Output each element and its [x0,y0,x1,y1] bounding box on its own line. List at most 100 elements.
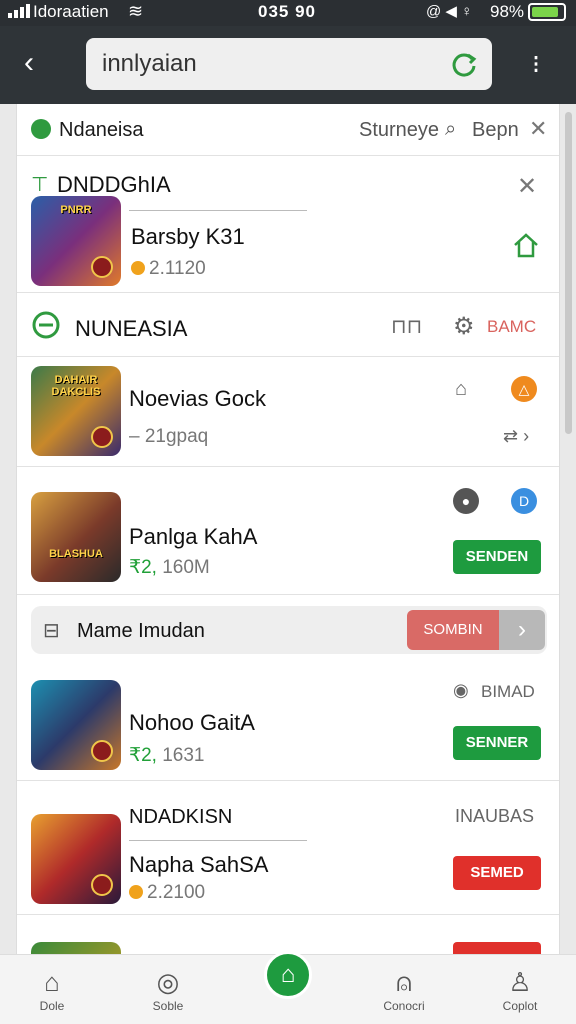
box-icon: ⊟ [43,620,60,642]
nav-label: Soble [152,999,184,1013]
chevron-right-icon[interactable]: › [499,610,545,650]
search-icon[interactable]: ⌕ [445,118,456,141]
divider [17,594,559,595]
gear-icon[interactable]: ⚙ [453,312,475,341]
status-bar: Idoraatien ≋ 035 90 @ ◀ ♀ 98% [0,0,576,26]
game-badge-icon [91,426,113,448]
coin-icon [129,885,143,899]
bottom-navigation: ⌂ Dole ◎ Soble ⌂ ⍝ Conocri ♙ Coplot [0,951,576,1024]
home-icon[interactable] [511,230,541,260]
clock-icon: ◉ [453,680,469,700]
nav-label: Dole [39,999,65,1013]
game-badge-icon [91,874,113,896]
device-icon[interactable]: ⊓⊓ [391,314,422,339]
section-action-label[interactable]: BAMC [487,317,536,337]
game-thumbnail[interactable]: DAHAIR DAKCLIS [31,366,121,456]
battery-percent: 98% [490,2,525,21]
back-arrow-icon[interactable]: ‹ [24,48,54,78]
divider [17,466,559,467]
leaf-icon [31,119,51,139]
nav-label: Coplot [502,999,538,1013]
game-thumbnail[interactable]: BLASHUA [31,492,121,582]
scrollbar[interactable] [565,112,572,434]
home-outline-icon: ⌂ [44,967,60,997]
section-title: NUNEASIA [75,316,188,341]
home-icon[interactable]: ⌂ [264,951,312,999]
game-meta-value: 160M [162,557,210,578]
nav-item-contact[interactable]: ⍝ Conocri [364,955,444,1024]
divider [17,914,559,915]
e-logo-icon [32,311,60,339]
nav-item-home[interactable]: ⌂ Dole [12,955,92,1024]
more-options-icon[interactable]: ⁝ [522,50,550,80]
game-thumbnail[interactable] [31,680,121,770]
section-title: DNDDGhIA [57,172,171,197]
info-icon[interactable]: ● [453,488,479,514]
nav-item-explore[interactable]: ◎ Soble [128,955,208,1024]
game-meta: 2.2100 [129,882,205,904]
side-label: INAUBAS [455,806,535,826]
banner-button[interactable]: SOMBIN [407,610,499,650]
carrier-name: Idoraatien [33,2,109,21]
game-badge-icon [91,256,113,278]
wifi-icon: ≋ [128,1,144,21]
download-icon[interactable]: D [511,488,537,514]
nav-item-profile[interactable]: ♙ Coplot [480,955,560,1024]
send-button[interactable]: SEMED [453,856,541,890]
divider-line [129,210,307,211]
game-meta: – 21gpaq [129,426,209,447]
cap-icon[interactable]: ⌂ [455,378,467,401]
sort-label[interactable]: Sturneye [359,119,439,142]
game-meta-value: 2.1120 [149,258,206,279]
divider-line [129,840,307,841]
search-bar[interactable] [86,38,492,90]
status-icons: @ ◀ ♀ [426,3,473,20]
game-meta: ₹2, 1631 [129,744,205,767]
browser-header: ‹ ⁝ [0,26,576,104]
section-icon: ⊤ [31,174,49,196]
alert-icon[interactable]: △ [511,376,537,402]
divider [17,780,559,781]
game-meta-value: 1631 [162,745,205,766]
section-title: NDADKISN [129,806,233,828]
coin-icon [131,261,145,275]
profile-icon: ♙ [508,967,532,997]
battery-icon [528,3,566,21]
search-input[interactable] [102,48,432,80]
game-name[interactable]: Noevias Gock [129,386,266,412]
game-meta-value: 2.2100 [147,882,206,903]
content-panel: Ndaneisa Sturneye ⌕ Bepn ✕ ⊤ DNDDGhIA ✕ … [16,104,560,954]
compass-icon: ◎ [156,967,180,997]
game-thumbnail[interactable] [31,942,121,954]
game-thumbnail[interactable] [31,814,121,904]
send-button[interactable]: SENDEN [453,540,541,574]
divider [17,356,559,357]
divider [17,292,559,293]
game-name[interactable]: Barsby K31 [131,224,245,250]
game-name[interactable]: Panlga KahA [129,524,257,550]
game-name[interactable]: Nohoo GaitA [129,710,255,736]
open-label[interactable]: Bepn [472,119,519,142]
promo-banner[interactable]: ⊟ Mame Imudan SOMBIN › [31,606,547,654]
send-button[interactable] [453,942,541,954]
thumbnail-caption: DAHAIR DAKCLIS [51,374,101,398]
send-button[interactable]: SENNER [453,726,541,760]
close-icon[interactable]: ✕ [517,172,537,201]
game-price: ₹2, [129,557,157,578]
filter-bar: Ndaneisa Sturneye ⌕ Bepn ✕ [17,104,559,156]
game-price: ₹2, [129,745,157,766]
banner-text: Mame Imudan [77,620,205,642]
chevron-right-icon[interactable]: ⇄ › [503,426,529,447]
game-badge-icon [91,740,113,762]
game-thumbnail[interactable]: PNRR [31,196,121,286]
signal-icon [8,4,30,18]
game-name[interactable]: Napha SahSA [129,852,268,878]
person-icon: ⍝ [396,967,412,997]
filter-label[interactable]: Ndaneisa [59,119,144,142]
thumbnail-caption: PNRR [60,204,92,216]
thumbnail-caption: BLASHUA [49,548,103,560]
side-label: BIMAD [481,682,535,701]
close-icon[interactable]: ✕ [529,116,547,142]
reload-icon[interactable] [450,50,478,78]
game-meta: ₹2, 160M [129,556,210,579]
